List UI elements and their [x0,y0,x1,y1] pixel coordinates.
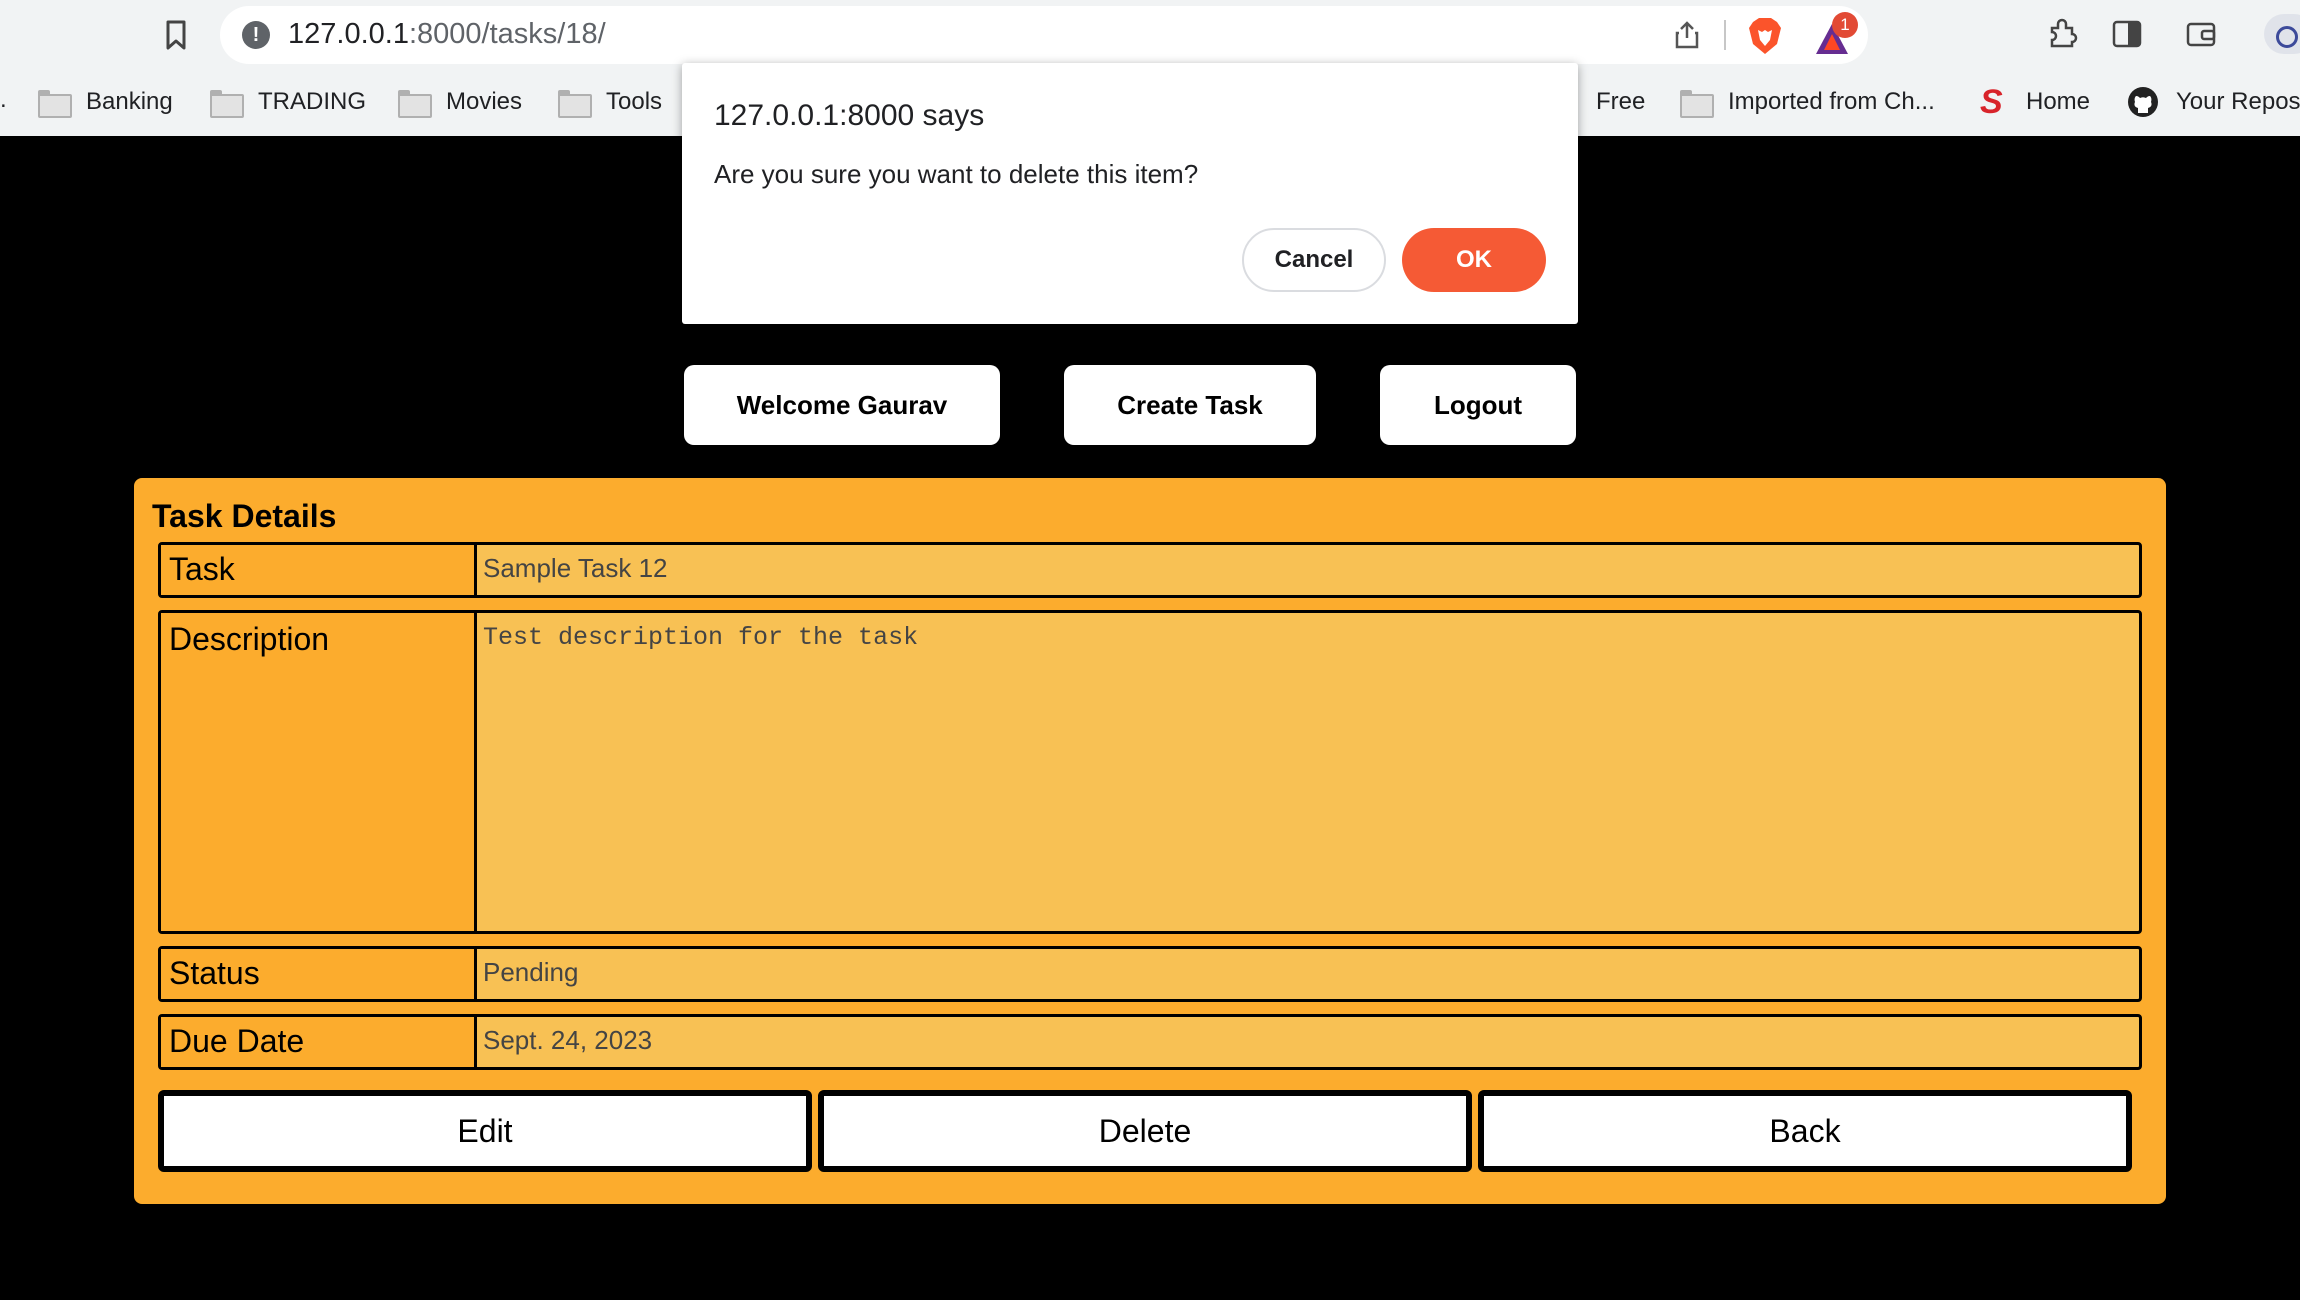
description-label: Description [161,613,477,931]
github-icon [2128,87,2158,117]
brave-lion-icon[interactable] [1746,16,1784,56]
dialog-message: Are you sure you want to delete this ite… [714,159,1199,189]
bookmark-label: Imported from Ch... [1728,88,1935,115]
cancel-button[interactable]: Cancel [1242,228,1386,292]
bookmark-label: Free [1596,88,1646,115]
folder-icon [558,90,592,118]
url-path: :8000/tasks/18/ [408,18,606,50]
notification-badge: 1 [1832,12,1858,38]
create-task-button[interactable]: Create Task [1064,365,1316,445]
folder-icon [38,90,72,118]
wallet-icon[interactable] [2186,20,2216,48]
profile-icon[interactable] [2264,14,2300,54]
bookmark-label: Banking [86,88,173,115]
folder-icon [398,90,432,118]
task-value: Sample Task 12 [483,553,668,583]
address-bar[interactable]: ! 127.0.0.1:8000/tasks/18/ 1 [220,6,1868,64]
status-value: Pending [483,957,579,987]
description-value: Test description for the task [483,623,919,652]
bookmark-tools[interactable]: Tools [558,82,662,122]
browser-toolbar: ! 127.0.0.1:8000/tasks/18/ 1 [0,0,2300,70]
omnibox-separator [1724,20,1726,50]
folder-icon [210,90,244,118]
bookmark-label: Home [2026,88,2091,115]
task-details-card: Task Details Task Sample Task 12 Descrip… [134,478,2166,1204]
s-logo-icon: S [1980,83,2003,121]
status-row: Status Pending [158,946,2142,1002]
delete-button[interactable]: Delete [818,1090,1472,1172]
confirm-dialog: 127.0.0.1:8000 says Are you sure you wan… [682,63,1578,324]
due-date-value: Sept. 24, 2023 [483,1025,653,1055]
extensions-icon[interactable] [2046,18,2080,52]
folder-icon [1680,90,1714,118]
bookmark-banking[interactable]: Banking [38,82,173,122]
bookmark-label: Your Repos [2176,88,2300,115]
back-button[interactable]: Back [1478,1090,2132,1172]
bookmark-home[interactable]: S Home [1980,82,2090,122]
ok-button[interactable]: OK [1402,228,1546,292]
info-icon[interactable]: ! [242,21,270,49]
edit-button[interactable]: Edit [158,1090,812,1172]
due-date-label: Due Date [161,1017,477,1067]
bookmark-movies[interactable]: Movies [398,82,522,122]
logout-button[interactable]: Logout [1380,365,1576,445]
task-details-title: Task Details [152,498,337,534]
bookmark-free[interactable]: Free [1596,82,1645,122]
description-row: Description Test description for the tas… [158,610,2142,934]
task-label: Task [161,545,477,595]
url-text[interactable]: 127.0.0.1:8000/tasks/18/ [288,18,606,51]
bookmark-imported[interactable]: Imported from Ch... [1680,82,1935,122]
dialog-title: 127.0.0.1:8000 says [714,99,985,132]
url-host: 127.0.0.1 [288,18,409,50]
bookmark-repos[interactable]: Your Repos [2126,82,2300,122]
bookmark-overflow-dot: . [0,86,7,113]
task-row: Task Sample Task 12 [158,542,2142,598]
bookmark-trading[interactable]: TRADING [210,82,366,122]
share-icon[interactable] [1672,20,1702,50]
sidebar-icon[interactable] [2112,20,2142,48]
status-label: Status [161,949,477,999]
bookmark-label: TRADING [258,88,366,115]
due-date-row: Due Date Sept. 24, 2023 [158,1014,2142,1070]
welcome-button[interactable]: Welcome Gaurav [684,365,1000,445]
bookmark-icon[interactable] [160,18,192,52]
bookmark-label: Movies [446,88,523,115]
bookmark-label: Tools [606,88,663,115]
